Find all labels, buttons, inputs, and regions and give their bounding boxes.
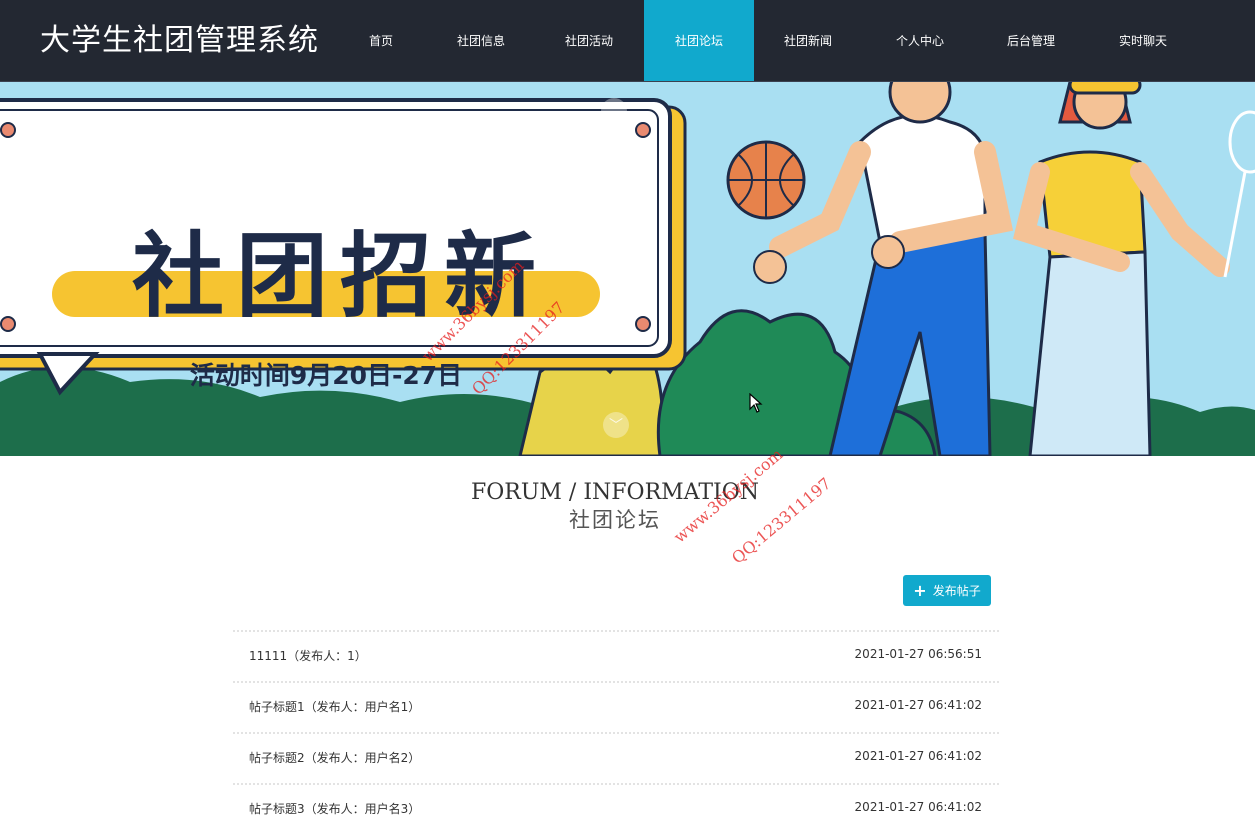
list-item[interactable]: 帖子标题1（发布人：用户名1） 2021-01-27 06:41:02 — [233, 681, 999, 732]
nav-item-club-info[interactable]: 社团信息 — [426, 0, 536, 81]
mouse-cursor-icon — [749, 393, 763, 413]
new-post-button[interactable]: + 发布帖子 — [903, 575, 991, 606]
post-title[interactable]: 帖子标题3（发布人：用户名3） — [249, 800, 420, 817]
plus-icon: + — [913, 580, 927, 600]
list-item[interactable]: 11111（发布人：1） 2021-01-27 06:56:51 — [233, 630, 999, 681]
banner-carousel[interactable]: 社团招新 活动时间9月20日-27日 ︿ ﹀ — [0, 82, 1255, 456]
post-title[interactable]: 帖子标题1（发布人：用户名1） — [249, 698, 420, 715]
nav-item-live-chat[interactable]: 实时聊天 — [1088, 0, 1198, 81]
nav-item-home[interactable]: 首页 — [326, 0, 436, 81]
section-subtitle: 社团论坛 — [569, 508, 661, 532]
list-item[interactable]: 帖子标题2（发布人：用户名2） 2021-01-27 06:41:02 — [233, 732, 999, 783]
forum-post-list: 11111（发布人：1） 2021-01-27 06:56:51 帖子标题1（发… — [233, 630, 999, 834]
post-time: 2021-01-27 06:41:02 — [854, 698, 982, 712]
post-time: 2021-01-27 06:56:51 — [854, 647, 982, 661]
post-time: 2021-01-27 06:41:02 — [854, 749, 982, 763]
carousel-down-arrow-icon[interactable]: ﹀ — [603, 412, 629, 438]
carousel-up-arrow-icon[interactable]: ︿ — [601, 98, 627, 124]
nav-item-club-forum[interactable]: 社团论坛 — [644, 0, 754, 81]
list-item[interactable]: 帖子标题3（发布人：用户名3） 2021-01-27 06:41:02 — [233, 783, 999, 834]
section-title: FORUM / INFORMATION — [471, 480, 759, 505]
nav-item-club-news[interactable]: 社团新闻 — [753, 0, 863, 81]
nav-item-personal-center[interactable]: 个人中心 — [865, 0, 975, 81]
top-header: 大学生社团管理系统 首页 社团信息 社团活动 社团论坛 社团新闻 个人中心 后台… — [0, 0, 1255, 82]
nav-item-admin[interactable]: 后台管理 — [976, 0, 1086, 81]
post-title[interactable]: 帖子标题2（发布人：用户名2） — [249, 749, 420, 766]
banner-headline: 社团招新 — [131, 223, 548, 330]
post-time: 2021-01-27 06:41:02 — [854, 800, 982, 814]
banner-subtitle: 活动时间9月20日-27日 — [189, 361, 463, 390]
site-title: 大学生社团管理系统 — [40, 23, 319, 58]
new-post-label: 发布帖子 — [932, 584, 981, 598]
post-title[interactable]: 11111（发布人：1） — [249, 647, 367, 664]
nav-item-club-activities[interactable]: 社团活动 — [534, 0, 644, 81]
